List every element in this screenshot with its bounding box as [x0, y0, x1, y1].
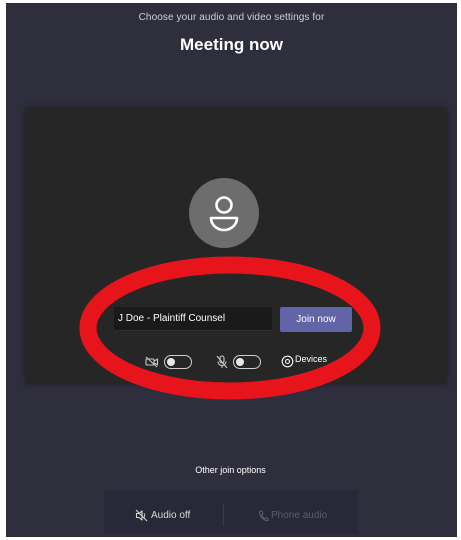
mic-toggle[interactable]: [233, 355, 261, 369]
meeting-title: Meeting now: [180, 35, 283, 54]
options-divider: [223, 504, 224, 526]
mic-toggle-knob: [236, 357, 244, 366]
camera-off-icon: [145, 356, 159, 368]
name-input[interactable]: [114, 307, 272, 331]
camera-toggle-knob: [167, 357, 175, 366]
camera-toggle[interactable]: [164, 355, 192, 369]
gear-icon[interactable]: [281, 355, 294, 368]
avatar: [189, 178, 259, 248]
audio-off-button[interactable]: Audio off: [151, 510, 190, 521]
other-join-options-label: Other join options: [195, 465, 266, 475]
person-icon: [209, 196, 239, 232]
devices-button[interactable]: Devices: [295, 354, 327, 364]
join-now-button[interactable]: Join now: [280, 307, 352, 332]
phone-audio-button[interactable]: Phone audio: [271, 510, 327, 521]
mic-off-icon: [216, 355, 228, 369]
settings-subtitle: Choose your audio and video settings for: [138, 12, 325, 23]
pre-join-screen: Choose your audio and video settings for…: [6, 3, 457, 537]
phone-icon: [258, 510, 269, 522]
speaker-off-icon: [135, 509, 148, 522]
